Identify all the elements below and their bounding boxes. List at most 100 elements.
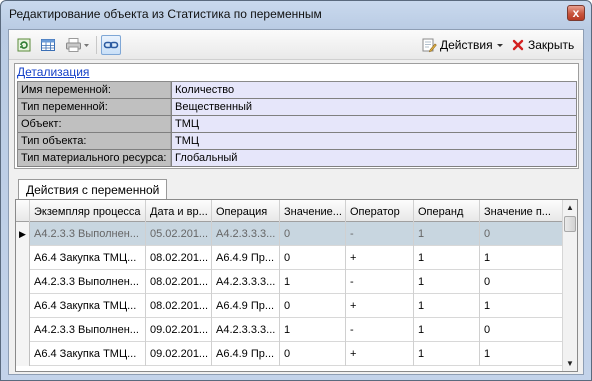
column-header[interactable]: Экземпляр процесса [30,200,146,222]
tab-variable-actions[interactable]: Действия с переменной [18,179,168,199]
table-cell[interactable]: 0 [280,246,346,270]
actions-label: Действия [440,38,493,52]
print-button[interactable] [62,35,92,55]
column-header[interactable]: Операция [212,200,280,222]
row-header [16,318,30,342]
vertical-scrollbar[interactable]: ▲ ▼ [562,200,577,371]
table-cell[interactable]: 1 [280,318,346,342]
row-header [16,270,30,294]
table-cell[interactable]: 1 [414,222,480,246]
table-cell[interactable]: 08.02.201... [146,294,212,318]
table-cell[interactable]: А6.4.9 Пр... [212,294,280,318]
title-bar[interactable]: Редактирование объекта из Статистика по … [1,1,591,27]
table-cell[interactable]: 1 [414,318,480,342]
close-icon [512,39,524,51]
property-value[interactable]: Количество [171,82,576,98]
property-row: Тип материального ресурса: Глобальный [18,150,576,167]
print-icon [65,38,81,52]
table-cell[interactable]: 08.02.201... [146,246,212,270]
link-icon [103,41,119,49]
table-cell[interactable]: 1 [414,294,480,318]
table-cell[interactable]: А6.4.9 Пр... [212,246,280,270]
table-cell[interactable]: А6.4 Закупка ТМЦ... [30,294,146,318]
edit-document-icon [422,38,437,53]
scroll-down-button[interactable]: ▼ [563,356,577,371]
table-icon [41,39,55,51]
column-header[interactable]: Оператор [346,200,414,222]
scroll-up-button[interactable]: ▲ [563,200,577,215]
grid-header: Экземпляр процесса Дата и вр... Операция… [16,200,564,222]
table-row[interactable]: А4.2.3.3 Выполнен... 09.02.201... А4.2.3… [16,318,564,342]
column-header[interactable]: Дата и вр... [146,200,212,222]
table-cell[interactable]: - [346,270,414,294]
table-cell[interactable]: 1 [480,246,564,270]
link-toggle-button[interactable] [101,35,121,55]
table-cell[interactable]: 09.02.201... [146,342,212,366]
row-header-corner [16,200,30,222]
table-cell[interactable]: + [346,246,414,270]
table-cell[interactable]: 0 [280,294,346,318]
details-panel: Детализация Имя переменной: Количество Т… [14,63,579,169]
table-cell[interactable]: 1 [480,342,564,366]
table-cell[interactable]: - [346,222,414,246]
table-view-button[interactable] [38,35,58,55]
property-key: Тип материального ресурса: [18,150,170,166]
refresh-button[interactable] [14,35,34,55]
table-cell[interactable]: 1 [414,270,480,294]
column-header[interactable]: Значение... [280,200,346,222]
table-cell[interactable]: + [346,294,414,318]
table-cell[interactable]: 1 [414,246,480,270]
table-cell[interactable]: А4.2.3.3 Выполнен... [30,318,146,342]
chevron-down-icon [496,44,503,47]
table-cell[interactable]: 1 [280,270,346,294]
property-row: Тип переменной: Вещественный [18,99,576,116]
window-title: Редактирование объекта из Статистика по … [9,7,322,21]
column-header[interactable]: Значение п... [480,200,564,222]
dropdown-arrow-icon [83,44,89,47]
property-row: Объект: ТМЦ [18,116,576,133]
table-cell[interactable]: 0 [480,318,564,342]
table-cell[interactable]: А6.4 Закупка ТМЦ... [30,246,146,270]
table-cell[interactable]: А6.4.9 Пр... [212,342,280,366]
table-cell[interactable]: 1 [480,294,564,318]
table-row[interactable]: А6.4 Закупка ТМЦ... 08.02.201... А6.4.9 … [16,246,564,270]
scroll-thumb[interactable] [564,216,576,232]
table-cell[interactable]: А4.2.3.3 Выполнен... [30,222,146,246]
property-row: Тип объекта: ТМЦ [18,133,576,150]
table-row[interactable]: ▶ А4.2.3.3 Выполнен... 05.02.201... А4.2… [16,222,564,246]
close-button[interactable]: Закрыть [511,35,574,55]
row-header [16,294,30,318]
table-cell[interactable]: 08.02.201... [146,270,212,294]
property-value[interactable]: Глобальный [171,150,576,166]
details-link[interactable]: Детализация [17,65,89,79]
table-row[interactable]: А4.2.3.3 Выполнен... 08.02.201... А4.2.3… [16,270,564,294]
table-cell[interactable]: 0 [480,270,564,294]
table-cell[interactable]: А4.2.3.3.3... [212,222,280,246]
table-cell[interactable]: А4.2.3.3 Выполнен... [30,270,146,294]
dialog-window: Редактирование объекта из Статистика по … [0,0,592,381]
window-close-button[interactable]: x [567,5,585,21]
column-header[interactable]: Операнд [414,200,480,222]
table-cell[interactable]: 0 [480,222,564,246]
actions-menu-button[interactable]: Действия [421,35,504,55]
property-value[interactable]: ТМЦ [171,133,576,149]
row-header [16,246,30,270]
toolbar: Действия Закрыть [9,30,583,60]
property-key: Имя переменной: [18,82,170,98]
table-cell[interactable]: 1 [414,342,480,366]
actions-grid: Экземпляр процесса Дата и вр... Операция… [15,199,578,372]
table-cell[interactable]: 09.02.201... [146,318,212,342]
table-cell[interactable]: + [346,342,414,366]
table-cell[interactable]: 05.02.201... [146,222,212,246]
table-cell[interactable]: - [346,318,414,342]
table-cell[interactable]: А4.2.3.3.3... [212,318,280,342]
property-value[interactable]: ТМЦ [171,116,576,132]
table-cell[interactable]: 0 [280,342,346,366]
table-row[interactable]: А6.4 Закупка ТМЦ... 08.02.201... А6.4.9 … [16,294,564,318]
property-value[interactable]: Вещественный [171,99,576,115]
table-cell[interactable]: А4.2.3.3.3... [212,270,280,294]
table-cell[interactable]: 0 [280,222,346,246]
table-row[interactable]: А6.4 Закупка ТМЦ... 09.02.201... А6.4.9 … [16,342,564,366]
table-cell[interactable]: А6.4 Закупка ТМЦ... [30,342,146,366]
property-key: Объект: [18,116,170,132]
